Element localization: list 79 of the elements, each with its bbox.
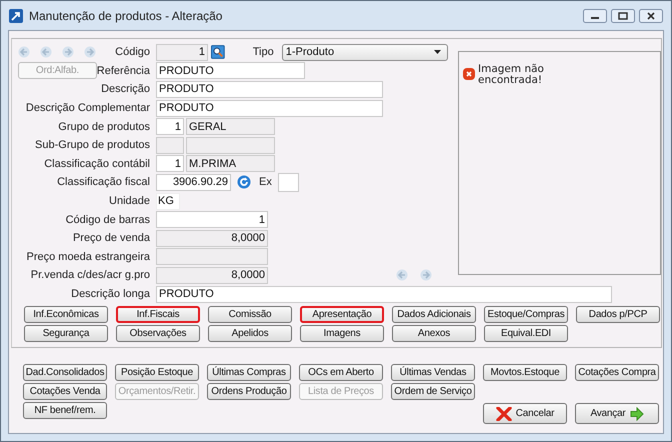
query-button[interactable]: Ordem de Serviço <box>391 383 475 400</box>
record-nav-icon[interactable] <box>40 46 52 58</box>
query-button[interactable]: NF benef/rem. <box>23 402 107 420</box>
input-field[interactable]: PRODUTO <box>156 286 612 303</box>
refresh-icon[interactable] <box>237 175 251 190</box>
field-label: Código <box>115 46 150 58</box>
query-button[interactable]: Cotações Venda <box>23 383 107 400</box>
field-label: Tipo <box>252 46 274 58</box>
right-arrow-icon <box>630 406 644 421</box>
right-arrow-icon[interactable] <box>420 269 432 282</box>
field-label: Classificação contábil <box>44 158 150 170</box>
input-field[interactable]: 8,0000 <box>156 230 268 247</box>
input-field[interactable] <box>278 172 299 192</box>
query-button[interactable]: Cotações Compra <box>575 364 659 382</box>
maximize-icon[interactable] <box>611 8 635 22</box>
section-button[interactable]: Equival.EDI <box>484 325 568 342</box>
field-label: Descrição longa <box>71 288 150 300</box>
query-button[interactable]: OCs em Aberto <box>299 364 383 382</box>
query-button[interactable]: Últimas Vendas <box>391 364 475 382</box>
field-label: Ex <box>259 176 272 188</box>
query-button[interactable]: Movtos.Estoque <box>483 364 567 382</box>
input-field[interactable]: 8,0000 <box>156 266 268 284</box>
field-label: Classificação fiscal <box>57 176 150 188</box>
query-button[interactable]: Posição Estoque <box>115 364 199 382</box>
input-field[interactable]: PRODUTO <box>156 80 383 98</box>
input-field[interactable] <box>156 136 184 154</box>
section-button[interactable]: Inf.Econômicas <box>24 306 108 324</box>
field-label: Referência <box>96 64 150 77</box>
app-icon <box>9 8 23 22</box>
input-field[interactable]: KG <box>156 192 180 210</box>
field-label: Preço de venda <box>72 232 150 244</box>
input-field[interactable]: 1 <box>156 44 208 61</box>
field-label: Unidade <box>109 195 150 208</box>
record-nav-icon[interactable] <box>84 46 96 58</box>
section-button[interactable]: Dados p/PCP <box>576 306 660 324</box>
input-field[interactable]: PRODUTO <box>156 100 383 117</box>
field-label: Código de barras <box>66 214 150 226</box>
cancel-x-icon <box>496 406 512 421</box>
section-button[interactable]: Imagens <box>300 325 384 342</box>
query-button[interactable]: Dad.Consolidados <box>23 364 107 382</box>
field-label: Descrição <box>101 83 150 96</box>
left-arrow-icon[interactable] <box>396 269 408 282</box>
input-field[interactable]: 1 <box>156 118 184 136</box>
cancel-button[interactable]: Cancelar <box>483 403 567 424</box>
input-field[interactable]: M.PRIMA <box>186 155 275 172</box>
section-button[interactable]: Comissão <box>208 306 292 324</box>
input-field[interactable]: 1 <box>156 155 184 172</box>
section-button[interactable]: Apelidos <box>208 325 292 342</box>
section-button[interactable]: Observações <box>116 325 200 342</box>
section-button[interactable]: Inf.Fiscais <box>116 306 200 324</box>
section-button[interactable]: Estoque/Compras <box>484 306 568 324</box>
section-button[interactable]: Anexos <box>392 325 476 342</box>
section-button[interactable]: Segurança <box>24 325 108 342</box>
input-field[interactable]: PRODUTO <box>156 62 305 80</box>
window-title: Manutenção de produtos - Alteração <box>29 8 222 22</box>
record-nav-icon[interactable] <box>18 46 30 58</box>
dropdown-arrow-icon <box>434 50 441 54</box>
search-icon[interactable] <box>211 45 225 60</box>
field-label: Preço moeda estrangeira <box>26 250 150 263</box>
error-icon <box>463 68 475 80</box>
input-field[interactable]: 3906.90.29 <box>156 174 231 191</box>
section-button[interactable]: Apresentação <box>300 306 384 324</box>
type-dropdown[interactable]: 1-Produto <box>282 44 448 61</box>
input-field[interactable] <box>156 248 268 266</box>
field-label: Descrição Complementar <box>26 102 150 114</box>
field-label: Grupo de produtos <box>58 120 150 133</box>
query-button[interactable]: Últimas Compras <box>207 364 291 382</box>
input-field[interactable]: GERAL <box>186 118 275 136</box>
field-label: Pr.venda c/des/acr g.pro <box>30 269 150 282</box>
field-label: Sub-Grupo de produtos <box>35 139 150 152</box>
next-button[interactable]: Avançar <box>575 403 659 424</box>
input-field[interactable]: 1 <box>156 211 268 228</box>
minimize-icon[interactable] <box>583 8 607 22</box>
record-nav-icon[interactable] <box>62 46 74 58</box>
query-button[interactable]: Ordens Produção <box>207 383 291 400</box>
input-field[interactable] <box>186 136 275 154</box>
section-button[interactable]: Dados Adicionais <box>392 306 476 324</box>
image-missing-message: Imagem não encontrada! <box>478 64 545 86</box>
close-icon[interactable] <box>639 8 663 22</box>
